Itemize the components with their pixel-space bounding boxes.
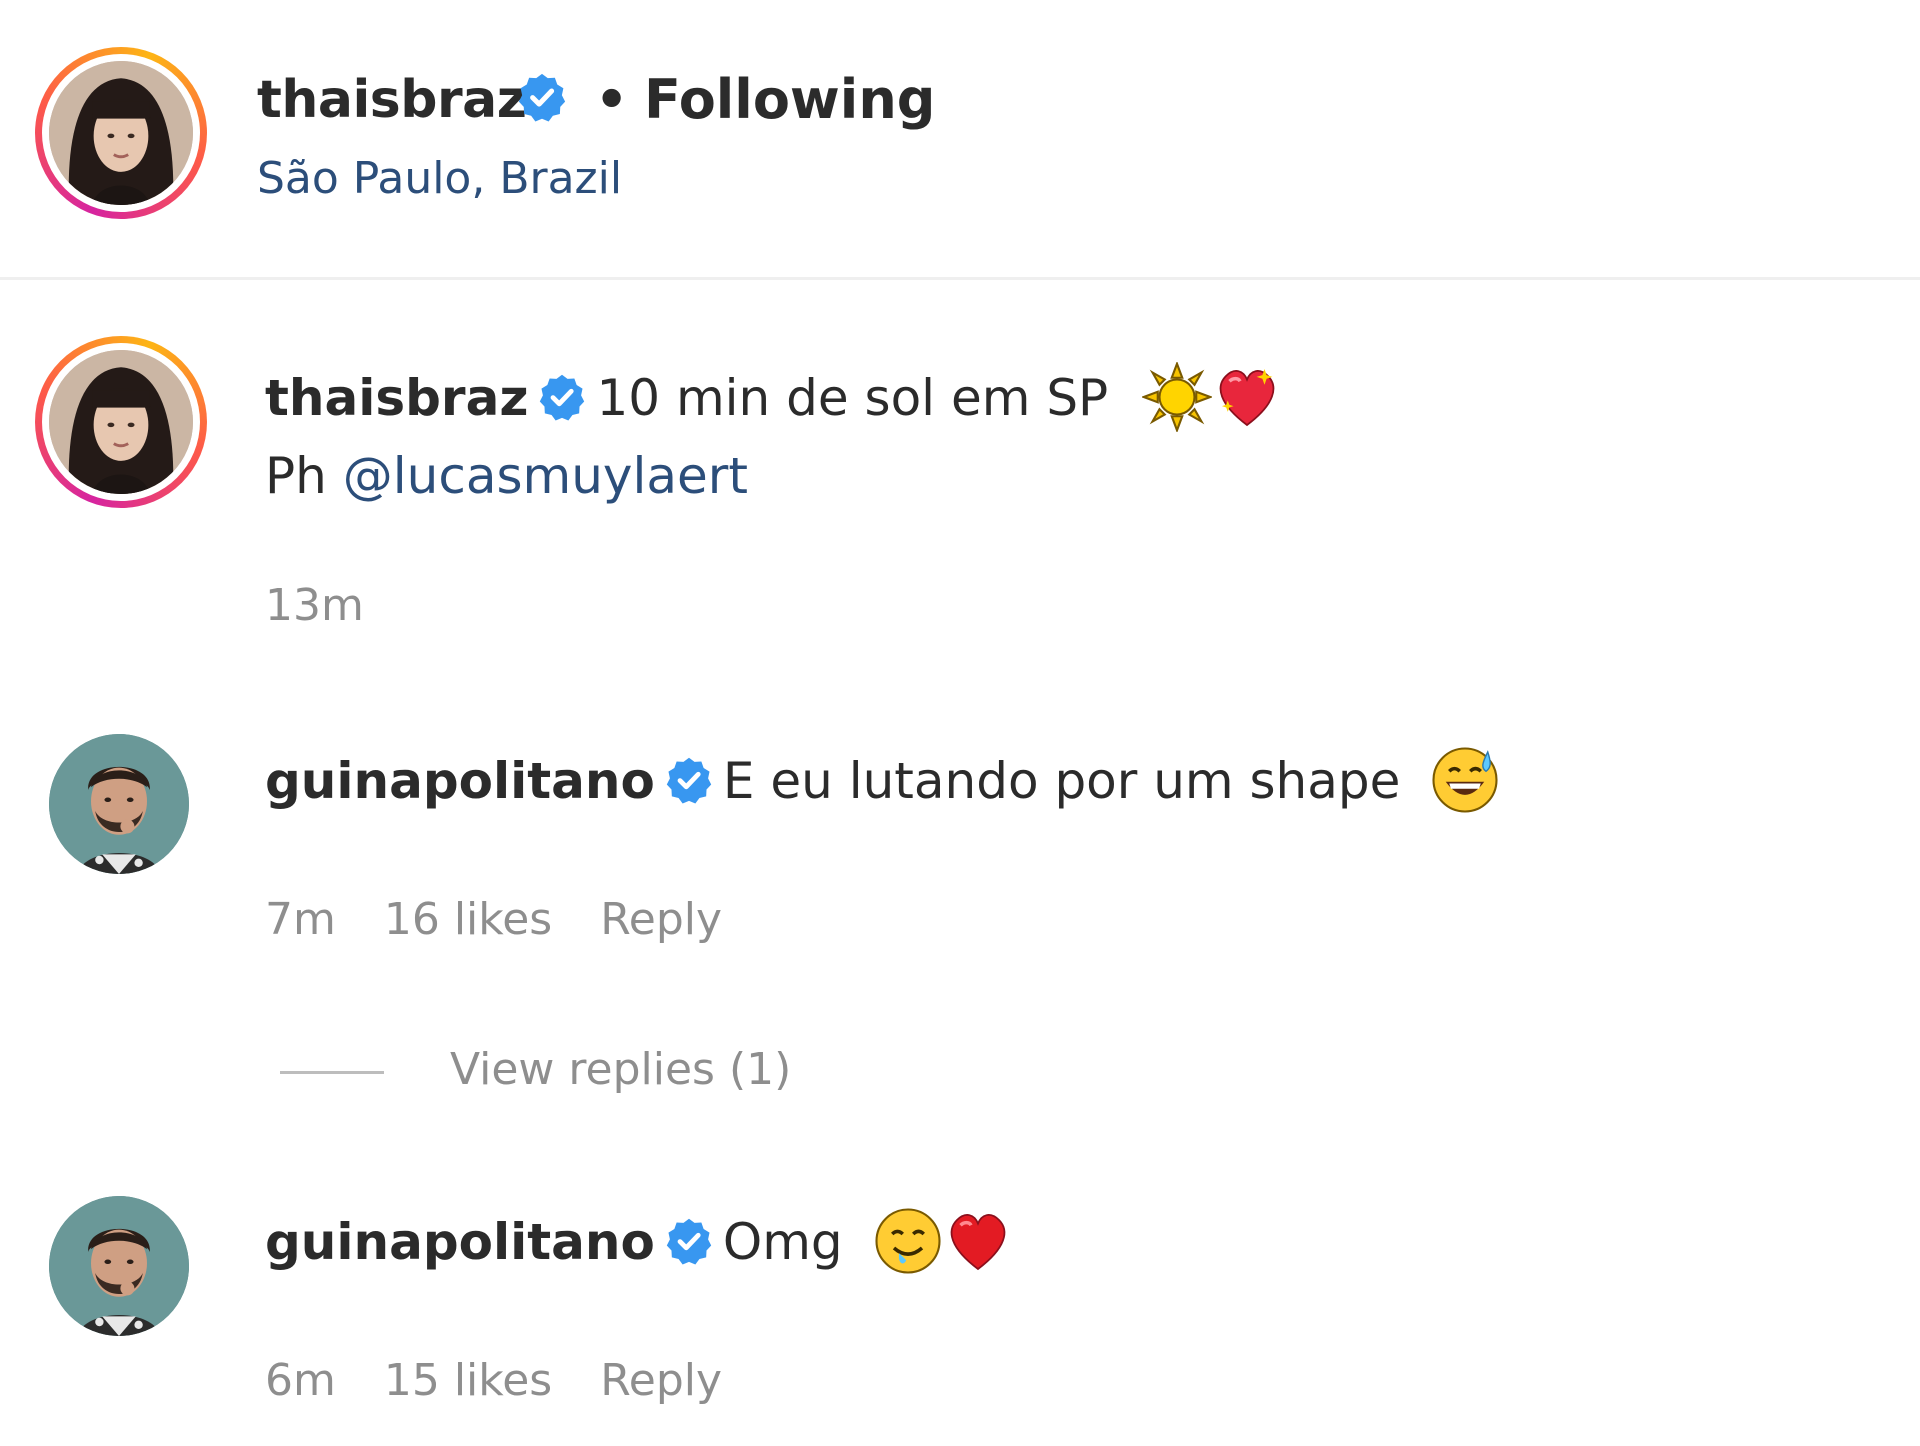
photo-credit-prefix: Ph [265, 447, 327, 505]
reply-button[interactable]: Reply [600, 1355, 722, 1406]
comment-line: guinapolitano Omg [265, 1206, 1013, 1281]
verified-badge-icon [517, 72, 567, 122]
red-heart-emoji-icon [943, 1206, 1013, 1276]
reply-button[interactable]: Reply [600, 894, 722, 945]
following-button[interactable]: Following [644, 64, 935, 136]
caption-meta: 13m [265, 576, 412, 636]
avatar [49, 350, 193, 494]
comment-time: 7m [265, 894, 336, 945]
comment-time: 6m [265, 1355, 336, 1406]
story-ring-avatar[interactable] [35, 47, 207, 219]
story-ring-avatar[interactable] [35, 336, 207, 508]
comment-line: guinapolitano E eu lutando por um shape [265, 745, 1500, 820]
drooling-face-emoji-icon [873, 1206, 943, 1276]
caption-line: thaisbraz 10 min de sol em SP [265, 362, 1282, 437]
comment-time: 13m [265, 580, 364, 631]
caption-line-2: Ph @lucasmuylaert [265, 440, 748, 512]
caption-username[interactable]: thaisbraz [265, 369, 528, 427]
comment-meta: 6m 15 likes Reply [265, 1351, 722, 1411]
view-replies-button[interactable]: View replies (1) [280, 1040, 791, 1100]
comment-username[interactable]: guinapolitano [265, 752, 655, 810]
view-replies-label: View replies (1) [450, 1044, 792, 1095]
verified-badge-icon [538, 373, 586, 421]
caption-text: 10 min de sol em SP [596, 369, 1109, 427]
post-author-username[interactable]: thaisbraz [257, 64, 527, 136]
avatar[interactable] [49, 1196, 189, 1336]
location-link[interactable]: São Paulo, Brazil [257, 146, 622, 212]
comment-meta: 7m 16 likes Reply [265, 890, 722, 950]
comment-text: Omg [722, 1213, 843, 1271]
grinning-sweat-emoji-icon [1430, 745, 1500, 815]
replies-divider [280, 1070, 384, 1074]
comment-likes[interactable]: 15 likes [384, 1355, 552, 1406]
separator-dot: • [595, 70, 629, 130]
sun-emoji-icon [1142, 362, 1212, 432]
comment-username[interactable]: guinapolitano [265, 1213, 655, 1271]
avatar [49, 61, 193, 205]
verified-badge-icon [665, 1217, 713, 1265]
sparkling-heart-emoji-icon [1212, 362, 1282, 432]
comment-text: E eu lutando por um shape [722, 752, 1401, 810]
comment-likes[interactable]: 16 likes [384, 894, 552, 945]
post-header: thaisbraz • Following São Paulo, Brazil [0, 0, 1920, 280]
avatar[interactable] [49, 734, 189, 874]
verified-badge-icon [665, 756, 713, 804]
mention-link[interactable]: @lucasmuylaert [343, 447, 748, 505]
